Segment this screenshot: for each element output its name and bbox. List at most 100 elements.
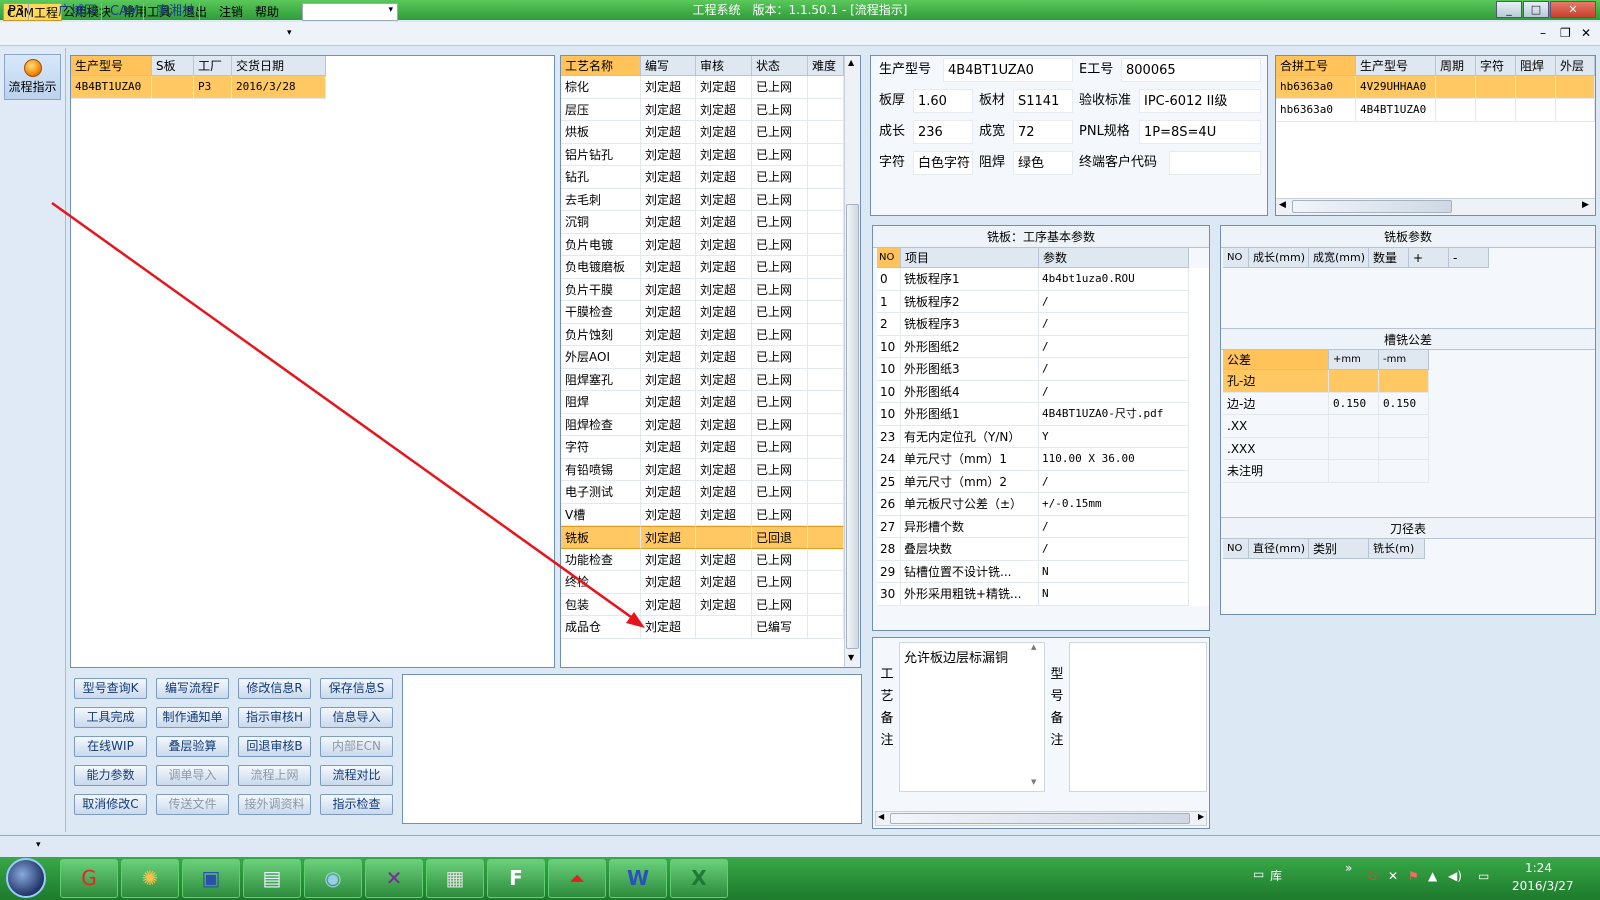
notes-hscrollbar[interactable]: ◀ ▶ xyxy=(875,811,1207,826)
menu-logout[interactable]: 注销 xyxy=(216,3,246,21)
shell-icon[interactable]: ✺ xyxy=(121,859,179,898)
action-button[interactable]: 叠层验算 xyxy=(156,736,229,757)
notes-scroll-right-icon[interactable]: ▶ xyxy=(1198,812,1204,821)
table-row[interactable]: 4B4BT1UZA0 P3 2016/3/28 xyxy=(71,76,554,99)
col-header-mill-len[interactable]: 铣长(m) xyxy=(1369,539,1425,559)
word-icon[interactable]: W xyxy=(609,859,667,898)
scroll-thumb[interactable] xyxy=(846,204,859,649)
field-customer-code[interactable] xyxy=(1169,151,1261,175)
calculator-icon[interactable]: ▦ xyxy=(426,859,484,898)
col-header-silk[interactable]: 字符 xyxy=(1476,56,1516,76)
col-header-combine-model[interactable]: 生产型号 xyxy=(1356,56,1436,76)
action-button[interactable]: 流程对比 xyxy=(320,765,393,786)
table-row[interactable]: 10 外形图纸4/ xyxy=(877,380,1209,403)
field-length[interactable]: 236 xyxy=(913,120,973,144)
minimize-button[interactable]: _ xyxy=(1496,1,1522,18)
col-header-factory[interactable]: 工厂 xyxy=(194,56,232,76)
col-header-reviewer[interactable]: 审核 xyxy=(696,56,752,76)
mdi-restore-button[interactable]: ❐ xyxy=(1560,26,1571,40)
table-row[interactable]: 1 铣板程序2/ xyxy=(877,290,1209,313)
network-icon[interactable]: ▭ xyxy=(1478,869,1489,883)
model-notes-text[interactable] xyxy=(1069,642,1207,792)
table-row[interactable]: 10 外形图纸1 4B4BT1UZA0-尺寸.pdf xyxy=(877,403,1209,426)
mdi-minimize-button[interactable]: – xyxy=(1540,26,1546,40)
message-area[interactable] xyxy=(402,674,862,824)
pdf-reader-icon[interactable]: ⏶ xyxy=(548,859,606,898)
table-row[interactable]: 30 外形采用粗铣+精铣... N xyxy=(877,583,1209,606)
col-header-cycle[interactable]: 周期 xyxy=(1436,56,1476,76)
col-header-minus[interactable]: - xyxy=(1449,248,1489,268)
status-factory[interactable]: P3 xyxy=(4,3,30,20)
table-row[interactable]: 烘板 刘定超 刘定超 已上网 xyxy=(561,121,860,144)
col-header-plus[interactable]: + xyxy=(1409,248,1449,268)
app-f-icon[interactable]: F xyxy=(487,859,545,898)
table-row[interactable]: 阻焊 刘定超 刘定超 已上网 xyxy=(561,391,860,414)
action-button[interactable]: 信息导入 xyxy=(320,707,393,728)
action-button[interactable]: 取消修改C xyxy=(74,794,147,815)
scroll-right-icon[interactable]: ▶ xyxy=(1582,200,1589,210)
scroll-down-icon[interactable]: ▼ xyxy=(848,653,854,662)
save-disk-icon[interactable]: ▣ xyxy=(182,859,240,898)
table-row[interactable]: 终检 刘定超 刘定超 已上网 xyxy=(561,571,860,594)
table-row[interactable]: 25 单元尺寸（mm）2/ xyxy=(877,470,1209,493)
field-silkscreen[interactable]: 白色字符 xyxy=(913,151,973,175)
field-width[interactable]: 72 xyxy=(1013,120,1073,144)
table-row[interactable]: 28 叠层块数 / xyxy=(877,538,1209,561)
col-header-mill-width[interactable]: 成宽(mm) xyxy=(1309,248,1369,268)
col-header-category[interactable]: 类别 xyxy=(1309,539,1369,559)
table-row[interactable]: hb6363a0 4B4BT1UZA0 xyxy=(1276,99,1595,122)
table-row[interactable]: 27 异形槽个数 / xyxy=(877,515,1209,538)
field-solder-mask[interactable]: 绿色 xyxy=(1013,151,1073,175)
tray-arrow-icon[interactable]: ▲ xyxy=(1428,869,1437,883)
process-notes-text[interactable]: 允许板边层标漏铜 xyxy=(899,642,1045,792)
col-header-minus-mm[interactable]: -mm xyxy=(1379,350,1429,370)
table-row[interactable]: 字符 刘定超 刘定超 已上网 xyxy=(561,436,860,459)
table-row[interactable]: hb6363a0 4V29UHHAA0 xyxy=(1276,76,1595,99)
col-header-outer[interactable]: 外层 xyxy=(1556,56,1595,76)
process-scrollbar[interactable]: ▲ ▼ xyxy=(844,56,860,667)
action-button[interactable]: 制作通知单 xyxy=(156,707,229,728)
tray-g-icon[interactable]: G xyxy=(1368,869,1377,883)
table-row[interactable]: .XXX xyxy=(1223,437,1595,460)
status-dropdown-icon[interactable]: ▾ xyxy=(36,840,41,850)
table-row[interactable]: 孔-边 xyxy=(1223,370,1595,393)
action-button[interactable]: 修改信息R xyxy=(238,678,311,699)
clock-date[interactable]: 2016/3/27 xyxy=(1512,879,1574,893)
app-g-icon[interactable]: G xyxy=(60,859,118,898)
field-standard[interactable]: IPC-6012 II级 xyxy=(1139,89,1261,113)
col-header-mill-qty[interactable]: 数量 xyxy=(1369,248,1409,268)
action-button[interactable]: 指示检查 xyxy=(320,794,393,815)
table-row[interactable]: 2 铣板程序3/ xyxy=(877,313,1209,336)
col-header-author[interactable]: 编写 xyxy=(641,56,696,76)
table-row[interactable]: 阻焊塞孔 刘定超 刘定超 已上网 xyxy=(561,368,860,391)
table-row[interactable]: 负电镀磨板 刘定超 刘定超 已上网 xyxy=(561,256,860,279)
col-header-status[interactable]: 状态 xyxy=(752,56,808,76)
table-row[interactable]: 0 铣板程序1 4b4bt1uza0.ROU xyxy=(877,268,1209,291)
action-button[interactable]: 型号查询K xyxy=(74,678,147,699)
notepad-icon[interactable]: ▤ xyxy=(243,859,301,898)
col-header-tool-no[interactable]: NO xyxy=(1223,539,1249,559)
col-header-mask[interactable]: 阻焊 xyxy=(1516,56,1556,76)
tray-flag-icon[interactable]: ⚑ xyxy=(1408,869,1419,883)
col-header-tolerance[interactable]: 公差 xyxy=(1223,350,1329,370)
tray-x-icon[interactable]: ✕ xyxy=(1388,869,1398,883)
field-e-number[interactable]: 800065 xyxy=(1121,58,1261,82)
col-header-mill-no[interactable]: NO xyxy=(1223,248,1249,268)
table-row[interactable]: 功能检查 刘定超 刘定超 已上网 xyxy=(561,548,860,571)
table-row[interactable]: 干膜检查 刘定超 刘定超 已上网 xyxy=(561,301,860,324)
table-row[interactable]: 去毛刺 刘定超 刘定超 已上网 xyxy=(561,188,860,211)
col-header-process[interactable]: 工艺名称 xyxy=(561,56,641,76)
field-model[interactable]: 4B4BT1UZA0 xyxy=(943,58,1073,82)
help-dropdown-icon[interactable]: ▾ xyxy=(287,28,292,38)
table-row[interactable]: 边-边 0.150 0.150 xyxy=(1223,392,1595,415)
action-button[interactable]: 接外调资料 xyxy=(238,794,311,815)
table-row[interactable]: 29 钻槽位置不设计铣... N xyxy=(877,560,1209,583)
table-row[interactable]: 23 有无内定位孔（Y/N） Y xyxy=(877,425,1209,448)
action-button[interactable]: 编写流程F xyxy=(156,678,229,699)
table-row[interactable]: 10 外形图纸3/ xyxy=(877,358,1209,381)
notes-scroll-left-icon[interactable]: ◀ xyxy=(878,812,884,821)
maximize-button[interactable]: □ xyxy=(1523,1,1549,18)
table-row[interactable]: 铝片钻孔 刘定超 刘定超 已上网 xyxy=(561,143,860,166)
table-row[interactable]: 24 单元尺寸（mm）1 110.00 X 36.00 xyxy=(877,448,1209,471)
col-header-difficulty[interactable]: 难度 xyxy=(808,56,844,76)
